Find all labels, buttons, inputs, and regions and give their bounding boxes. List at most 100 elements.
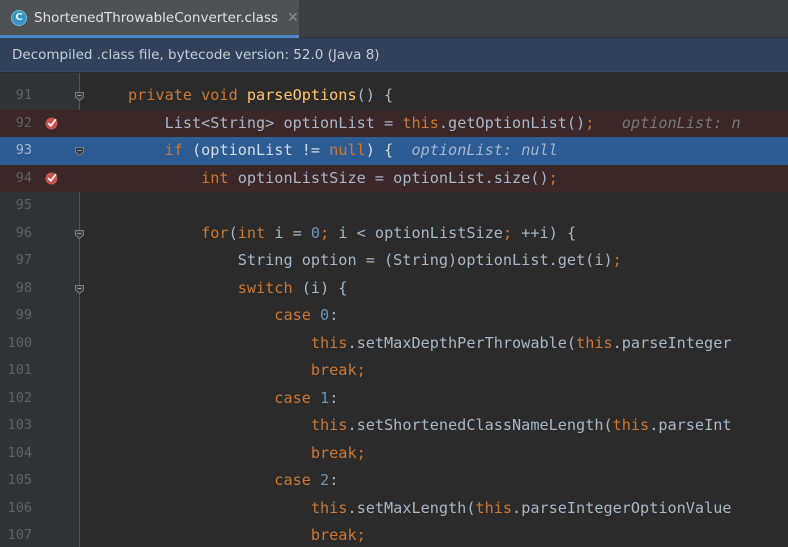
line-number[interactable]: 96 bbox=[0, 220, 32, 248]
code-token: this bbox=[576, 333, 613, 352]
code-token: case bbox=[128, 388, 321, 407]
fold-marker-icon[interactable] bbox=[75, 92, 84, 101]
line-number[interactable]: 98 bbox=[0, 275, 32, 303]
code-token: this bbox=[128, 416, 348, 434]
code-line-95[interactable]: 95 bbox=[0, 192, 788, 220]
line-number[interactable]: 104 bbox=[0, 440, 32, 468]
code-line-97[interactable]: 97 String option = (String)optionList.ge… bbox=[0, 247, 788, 275]
code-token: ( bbox=[228, 223, 238, 242]
code-token: ) { bbox=[365, 141, 394, 159]
code-token: break; bbox=[128, 361, 366, 379]
code-token: 0 bbox=[310, 223, 321, 242]
line-number[interactable]: 93 bbox=[0, 137, 32, 165]
code-line-102[interactable]: 102 case 1: bbox=[0, 385, 788, 413]
code-token: . bbox=[438, 113, 449, 132]
code-text: int optionListSize = optionList.size(); bbox=[128, 165, 558, 193]
code-token: this bbox=[612, 416, 650, 434]
code-text: for(int i = 0; i < optionListSize; ++i) … bbox=[128, 220, 576, 248]
code-text: case 2: bbox=[128, 467, 338, 495]
code-line-100[interactable]: 100 this.setMaxDepthPerThrowable(this.pa… bbox=[0, 330, 788, 358]
line-number[interactable]: 101 bbox=[0, 357, 32, 385]
code-token: break; bbox=[128, 443, 366, 462]
line-number[interactable]: 107 bbox=[0, 522, 32, 547]
line-number[interactable]: 97 bbox=[0, 247, 32, 275]
code-token: if bbox=[128, 141, 193, 159]
fold-marker-icon[interactable] bbox=[75, 147, 84, 156]
code-token: this bbox=[128, 333, 348, 352]
code-line-101[interactable]: 101 break; bbox=[0, 357, 788, 385]
code-line-98[interactable]: 98 switch (i) { bbox=[0, 275, 788, 303]
code-text: case 0: bbox=[128, 302, 338, 330]
code-token: private void bbox=[128, 86, 247, 104]
fold-marker-icon[interactable] bbox=[75, 284, 84, 294]
code-token: (optionList != bbox=[192, 141, 330, 159]
code-text: this.setShortenedClassNameLength(this.pa… bbox=[128, 412, 732, 440]
line-number[interactable]: 99 bbox=[0, 302, 32, 330]
code-token: ; bbox=[320, 223, 339, 242]
line-number[interactable]: 105 bbox=[0, 467, 32, 495]
code-token: List<String> optionList = bbox=[128, 113, 403, 132]
code-token: ++i) { bbox=[521, 223, 577, 242]
code-text: if (optionList != null) { optionList: nu… bbox=[128, 137, 558, 165]
line-number[interactable]: 94 bbox=[0, 165, 32, 193]
code-text: break; bbox=[128, 357, 366, 385]
breakpoint-icon[interactable] bbox=[45, 172, 58, 185]
code-token: case bbox=[128, 471, 321, 489]
code-line-105[interactable]: 105 case 2: bbox=[0, 467, 788, 495]
line-number[interactable]: 100 bbox=[0, 330, 32, 358]
banner-text: Decompiled .class file, bytecode version… bbox=[12, 46, 380, 63]
decompiled-banner: Decompiled .class file, bytecode version… bbox=[0, 38, 788, 72]
code-token: .setMaxLength( bbox=[347, 498, 476, 517]
close-icon[interactable]: ✕ bbox=[287, 10, 299, 26]
code-text: this.setMaxLength(this.parseIntegerOptio… bbox=[128, 495, 732, 523]
code-token: 0 bbox=[320, 306, 330, 324]
code-token: .parseIntegerOptionValue bbox=[512, 498, 732, 517]
code-line-96[interactable]: 96 for(int i = 0; i < optionListSize; ++… bbox=[0, 220, 788, 248]
code-line-91[interactable]: 91 private void parseOptions() { bbox=[0, 82, 788, 110]
tab-shortened-throwable-converter[interactable]: C ShortenedThrowableConverter.class ✕ bbox=[0, 0, 299, 38]
code-text: case 1: bbox=[128, 385, 338, 413]
code-line-107[interactable]: 107 break; bbox=[0, 522, 788, 547]
code-token: switch bbox=[128, 278, 302, 297]
inline-debug-hint: optionList: null bbox=[393, 141, 558, 159]
code-token: : bbox=[329, 306, 339, 324]
code-token: break; bbox=[128, 526, 366, 544]
code-line-92[interactable]: 92 List<String> optionList = this.getOpt… bbox=[0, 109, 788, 138]
code-token: int bbox=[128, 168, 238, 187]
code-text: List<String> optionList = this.getOption… bbox=[128, 110, 741, 138]
line-number[interactable]: 103 bbox=[0, 412, 32, 440]
code-token: (i) { bbox=[301, 278, 348, 297]
line-number[interactable]: 106 bbox=[0, 495, 32, 523]
code-token: this bbox=[402, 113, 439, 132]
code-token: 1 bbox=[320, 388, 330, 407]
code-line-106[interactable]: 106 this.setMaxLength(this.parseIntegerO… bbox=[0, 495, 788, 523]
code-token: i = bbox=[274, 223, 311, 242]
line-number[interactable]: 95 bbox=[0, 192, 32, 220]
breakpoint-icon[interactable] bbox=[45, 117, 58, 130]
code-token: ; bbox=[585, 113, 595, 132]
fold-marker-icon[interactable] bbox=[75, 229, 84, 239]
code-line-93[interactable]: 93 if (optionList != null) { optionList:… bbox=[0, 137, 788, 165]
code-token: .parseInteger bbox=[612, 333, 732, 352]
code-token: null bbox=[329, 141, 366, 159]
code-token: parseOptions bbox=[246, 86, 357, 104]
code-text: private void parseOptions() { bbox=[128, 82, 393, 110]
editor-tab-bar: C ShortenedThrowableConverter.class ✕ bbox=[0, 0, 788, 38]
code-line-103[interactable]: 103 this.setShortenedClassNameLength(thi… bbox=[0, 412, 788, 440]
code-line-99[interactable]: 99 case 0: bbox=[0, 302, 788, 330]
line-number[interactable]: 92 bbox=[0, 110, 32, 138]
code-line-104[interactable]: 104 break; bbox=[0, 440, 788, 468]
code-text: break; bbox=[128, 522, 366, 547]
code-token: .setMaxDepthPerThrowable( bbox=[347, 333, 577, 352]
code-token: i < optionListSize bbox=[338, 223, 503, 242]
line-number[interactable]: 91 bbox=[0, 82, 32, 110]
code-editor[interactable]: 91 private void parseOptions() {92 List<S… bbox=[0, 73, 788, 547]
code-token: 2 bbox=[320, 471, 330, 489]
code-token: String option = (String)optionList.get(i… bbox=[128, 251, 613, 269]
code-line-94[interactable]: 94 int optionListSize = optionList.size(… bbox=[0, 164, 788, 193]
code-token: getOptionList() bbox=[448, 113, 586, 132]
line-number[interactable]: 102 bbox=[0, 385, 32, 413]
code-token: : bbox=[329, 388, 339, 407]
code-text: this.setMaxDepthPerThrowable(this.parseI… bbox=[128, 330, 732, 358]
code-token: this bbox=[128, 498, 348, 517]
